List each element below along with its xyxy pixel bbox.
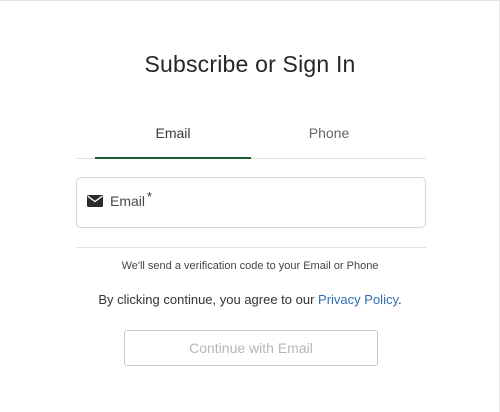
privacy-policy-link[interactable]: Privacy Policy (318, 292, 398, 307)
divider (76, 247, 426, 248)
tab-email[interactable]: Email (95, 119, 251, 159)
terms-notice: By clicking continue, you agree to our P… (0, 292, 500, 307)
tab-email-label: Email (155, 125, 191, 141)
tab-phone-label: Phone (308, 125, 350, 141)
tab-active-indicator (95, 157, 251, 159)
sign-in-panel: Subscribe or Sign In Email Phone Email *… (0, 0, 500, 412)
terms-suffix: . (398, 292, 402, 307)
email-field-label: Email (110, 193, 146, 209)
required-indicator: * (147, 189, 153, 204)
email-field[interactable]: Email * (76, 177, 426, 228)
continue-with-email-button[interactable]: Continue with Email (124, 330, 378, 366)
mail-icon (87, 195, 103, 207)
tab-phone[interactable]: Phone (251, 119, 407, 158)
page-title: Subscribe or Sign In (144, 51, 356, 77)
terms-prefix: By clicking continue, you agree to our (98, 292, 319, 307)
verification-notice: We'll send a verification code to your E… (121, 260, 379, 272)
sign-in-tabs: Email Phone (76, 119, 426, 159)
